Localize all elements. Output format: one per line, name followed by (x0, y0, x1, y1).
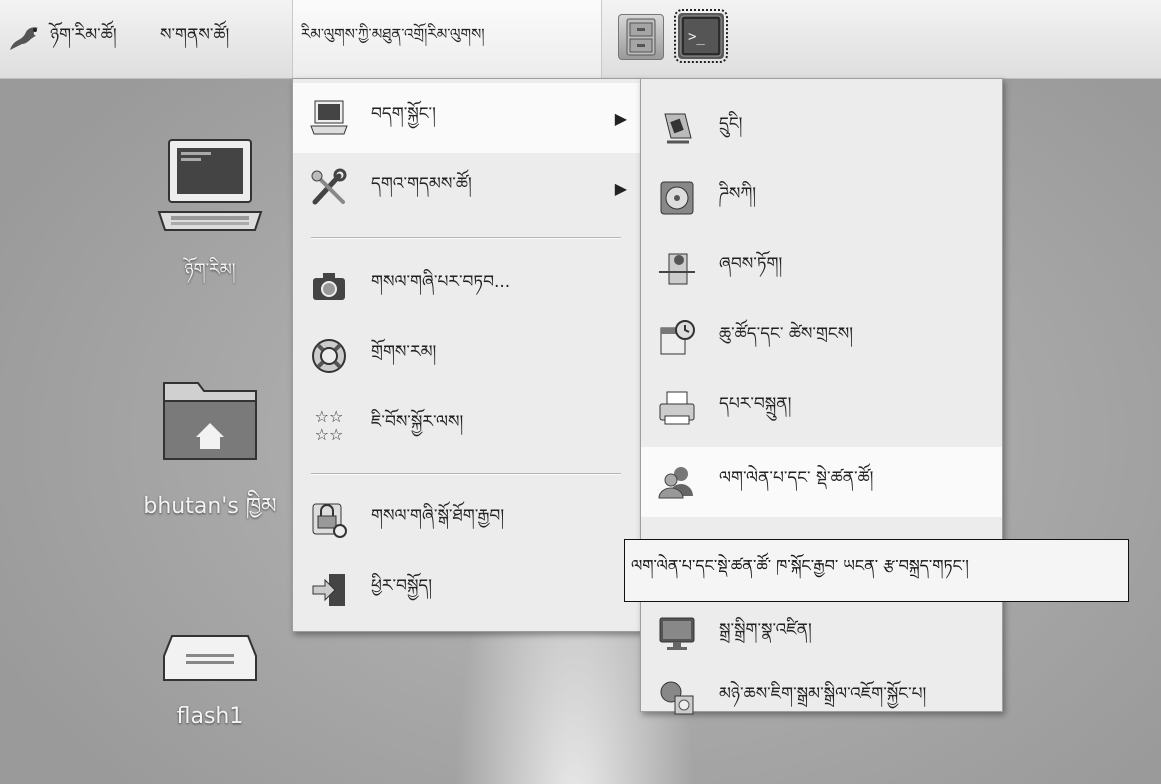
desktop-icon-computer[interactable]: ཉོག་རིམ། (150, 138, 270, 298)
disk-icon (657, 178, 697, 218)
calendar-clock-icon (657, 318, 697, 358)
submenu-item-label: ཆུ་ཚོད་དང་ ཚེས་གྲངས། (719, 324, 853, 344)
power-switch-icon (657, 108, 697, 148)
menu-item-help[interactable]: གྲོགས་རམ། (293, 321, 641, 391)
system-label: རིམ་ལུགས་ཀྱི་མཐུན་འགྲོ།རིམ་ལུགས། (301, 25, 485, 43)
drive-icon (160, 628, 260, 692)
svg-text:>_: >_ (688, 29, 705, 45)
submenu-item-label: སྒྲ་སྒྲིག་སྣ་འཛིན། (719, 620, 812, 640)
menu-item-screenshot[interactable]: གསལ་གཞི་པར་བཏབ... (293, 251, 641, 321)
menu-item-label: ཕྱིར་བསྐྱོད། (371, 576, 433, 596)
tooltip-text: ལག་ལེན་པ་དང་སྡེ་ཚན་ཚོ་ ཁ་སྐོང་རྒྱབ་ ཡངན་… (631, 556, 969, 575)
applications-label: ཉོག་རིམ་ཚོ། (50, 25, 117, 45)
terminal-icon: >_ (678, 15, 724, 63)
network-door-icon (657, 248, 697, 288)
menu-item-label: བདག་སྐྱོང་། (371, 104, 436, 124)
desktop-icon-flash1[interactable]: flash1 (140, 628, 280, 729)
submenu-item-disks[interactable]: ཌིསཀི། (641, 163, 1002, 233)
distro-logo-icon (8, 24, 42, 54)
submenu-arrow-icon: ▶ (614, 108, 627, 128)
top-panel: ཉོག་རིམ་ཚོ། ས་གནས་ཚོ། རིམ་ལུགས་ཀྱི་མཐུན་… (0, 0, 1161, 79)
applications-menu[interactable]: ཉོག་རིམ་ཚོ། (8, 0, 138, 78)
submenu-item-time-and-date[interactable]: ཆུ་ཚོད་དང་ ཚེས་གྲངས། (641, 303, 1002, 373)
computer-icon (309, 98, 349, 138)
menu-item-logout[interactable]: ཕྱིར་བསྐྱོད། (293, 555, 641, 625)
printer-icon (657, 388, 697, 428)
desktop-icon-label: flash1 (176, 704, 244, 729)
submenu-item-software-install[interactable]: མཉེ་ཆས་ཇིག་སྒྲམ་སྒྲིལ་འཇོག་སྐྱོང་པ། (641, 663, 1002, 733)
system-menu[interactable]: རིམ་ལུགས་ཀྱི་མཐུན་འགྲོ།རིམ་ལུགས། (292, 0, 602, 78)
submenu-item-label: མཉེ་ཆས་ཇིག་སྒྲམ་སྒྲིལ་འཇོག་སྐྱོང་པ། (719, 684, 927, 704)
menu-item-label: ཇི་བོས་སྐྱོར་ལས། (371, 412, 464, 432)
submenu-item-label: ལག་ལེན་པ་དང་ སྡེ་ཚན་ཚོ། (719, 468, 874, 488)
submenu-item-printing[interactable]: དཔར་བསྐྲུན། (641, 373, 1002, 443)
home-folder-icon (160, 375, 260, 469)
software-install-icon (657, 678, 697, 718)
terminal-launcher[interactable]: >_ (674, 9, 728, 63)
desktop-icon-home[interactable]: bhutan's ཁྱིམ (100, 375, 320, 543)
lifebuoy-icon (309, 336, 349, 376)
file-cabinet-launcher[interactable] (618, 14, 664, 60)
menu-item-label: གསལ་གཞི་སྒོ་ཐོག་རྒྱབ། (371, 506, 505, 526)
submenu-item-label: དཔར་བསྐྲུན། (719, 394, 792, 414)
submenu-item-label: ཌིསཀི། (719, 184, 757, 204)
menu-separator (311, 473, 621, 475)
menu-item-administration[interactable]: བདག་སྐྱོང་། ▶ (293, 83, 641, 153)
menu-separator (311, 237, 621, 239)
system-menu-popup: བདག་སྐྱོང་། ▶ དགའ་གདམས་ཚོ། ▶ གསལ་གཞི་པར་… (292, 78, 642, 632)
places-menu[interactable]: ས་གནས་ཚོ། (160, 0, 280, 78)
places-label: ས་གནས་ཚོ། (160, 25, 230, 45)
submenu-item-users-and-groups[interactable]: ལག་ལེན་པ་དང་ སྡེ་ཚན་ཚོ། (641, 447, 1002, 517)
menu-item-label: གྲོགས་རམ། (371, 342, 437, 362)
logout-icon (309, 570, 349, 610)
desktop-icon-label: ཉོག་རིམ། (184, 260, 236, 280)
lock-screen-icon (309, 500, 349, 540)
submenu-arrow-icon: ▶ (614, 178, 627, 198)
users-groups-icon (657, 462, 697, 502)
monitor-icon (657, 614, 697, 654)
menu-item-lock-screen[interactable]: གསལ་གཞི་སྒོ་ཐོག་རྒྱབ། (293, 485, 641, 555)
tools-icon (309, 168, 349, 208)
submenu-item-services[interactable]: ཞབས་ཏོག། (641, 233, 1002, 303)
submenu-item-display[interactable]: སྒྲ་སྒྲིག་སྣ་འཛིན། (641, 599, 1002, 669)
about-icon: ☆☆ ☆☆ (314, 407, 344, 444)
camera-icon (309, 266, 349, 306)
menu-item-preferences[interactable]: དགའ་གདམས་ཚོ། ▶ (293, 153, 641, 223)
menu-item-label: གསལ་གཞི་པར་བཏབ... (371, 272, 511, 292)
file-cabinet-icon (619, 18, 663, 63)
submenu-item-label: དྲུངི། (719, 114, 743, 134)
submenu-item-label: ཞབས་ཏོག། (719, 254, 783, 274)
menu-item-label: དགའ་གདམས་ཚོ། (371, 174, 472, 194)
administration-submenu: དྲུངི། ཌིསཀི། ཞབས་ཏོག། ཆུ་ཚོད་དང་ ཚེས་གྲ… (640, 78, 1003, 715)
desktop-icon-label: bhutan's ཁྱིམ (143, 494, 277, 519)
computer-icon (155, 138, 265, 242)
tooltip: ལག་ལེན་པ་དང་སྡེ་ཚན་ཚོ་ ཁ་སྐོང་རྒྱབ་ ཡངན་… (624, 539, 1129, 602)
submenu-item-shutdown[interactable]: དྲུངི། (641, 93, 1002, 163)
menu-item-about[interactable]: ☆☆ ☆☆ ཇི་བོས་སྐྱོར་ལས། (293, 391, 641, 461)
